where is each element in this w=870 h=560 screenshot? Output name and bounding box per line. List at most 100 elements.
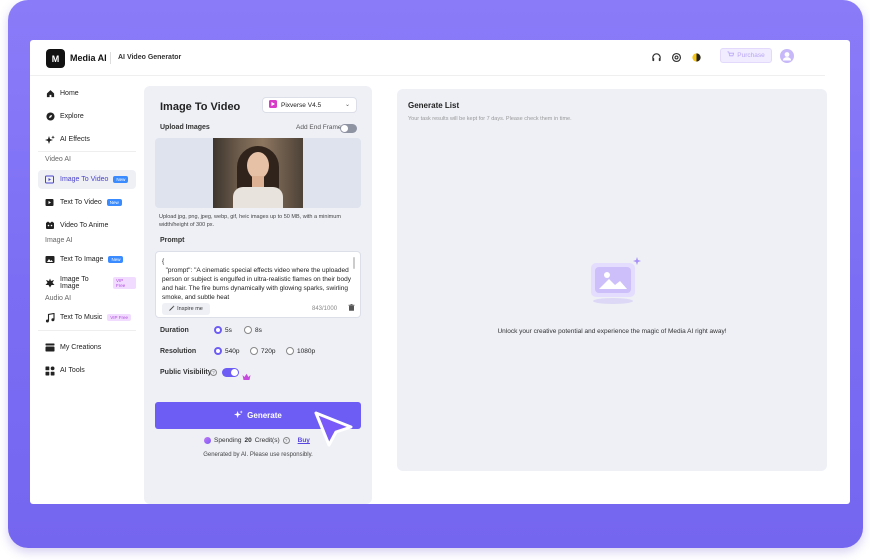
resolution-label: Resolution [160,348,197,355]
sidebar-item-label: Image To Image [60,275,89,290]
end-frame-toggle[interactable] [340,124,357,133]
section-label-audio: Audio AI [45,295,72,302]
spending-suffix: Credit(s) [254,437,280,444]
prompt-scrollbar[interactable] [353,257,355,269]
option-label: 540p [225,347,240,355]
sidebar-item-label: AI Effects [60,136,90,143]
photo-shirt [233,187,283,208]
sidebar-item-label: Text To Video [60,199,102,206]
sidebar-item-my-creations[interactable]: My Creations [38,338,136,357]
sidebar-divider [38,330,136,331]
resolution-option-720p[interactable]: 720p [250,347,275,355]
chevron-down-icon: ⌄ [344,102,350,108]
grid-icon [45,366,55,376]
theme-icon[interactable] [690,51,702,63]
upload-area[interactable] [155,138,361,208]
option-label: 720p [261,347,276,355]
logo-icon[interactable]: M [46,49,65,68]
resolution-option-1080p[interactable]: 1080p [286,347,315,355]
model-select[interactable]: Pixverse V4.5 ⌄ [262,97,357,113]
model-label: Pixverse V4.5 [281,101,322,109]
product-title: AI Video Generator [118,54,182,61]
spending-amount: 20 [244,437,252,444]
sidebar-divider [38,151,136,152]
sidebar-item-home[interactable]: Home [38,84,136,103]
text-image-icon [45,255,55,265]
option-label: 1080p [297,347,316,355]
option-label: 8s [255,326,262,334]
crown-icon [242,368,251,386]
resolution-option-540p[interactable]: 540p [214,347,239,355]
cart-icon [727,51,735,60]
sidebar-item-label: AI Tools [60,367,85,374]
home-icon [45,89,55,99]
image-image-icon [45,278,55,288]
public-visibility-toggle[interactable] [222,368,239,377]
uploaded-photo[interactable] [213,138,303,208]
sidebar-item-label: Explore [60,113,84,120]
sidebar-item-text-to-video[interactable]: Text To Video New [38,193,136,212]
folder-icon [45,343,55,353]
sidebar-item-ai-tools[interactable]: AI Tools [38,361,136,380]
header-divider [110,52,111,64]
prompt-input[interactable]: { "prompt": "A cinematic special effects… [155,251,361,318]
end-frame-label: Add End Frame [296,124,342,131]
user-avatar[interactable] [780,49,794,63]
headset-icon[interactable] [650,51,662,63]
duration-label: Duration [160,327,189,334]
toggle-knob [231,369,238,376]
generate-list-subtitle: Your task results will be kept for 7 day… [408,116,572,122]
radio-icon [244,326,252,334]
sidebar-item-label: Video To Anime [60,222,109,229]
credit-spending: Spending 20 Credit(s) ? Buy [204,437,310,444]
form-title: Image To Video [160,101,241,113]
model-logo-icon [269,100,277,110]
sidebar-item-text-to-music[interactable]: Text To Music VIP Free [38,308,136,327]
top-bar: M Media AI AI Video Generator Purchase [30,40,850,76]
trash-icon[interactable] [348,304,355,313]
sidebar-item-label: Text To Music [60,314,103,321]
photo-face [247,152,269,179]
wand-icon [169,305,175,313]
inspire-button[interactable]: Inspire me [162,303,210,315]
visibility-label: Public Visibility [160,369,212,376]
sidebar-item-video-to-anime[interactable]: Video To Anime [38,216,136,235]
text-video-icon [45,198,55,208]
sidebar-item-explore[interactable]: Explore [38,107,136,126]
generate-list-panel: Generate List Your task results will be … [397,89,827,471]
generate-list-title: Generate List [408,101,460,110]
duration-option-8s[interactable]: 8s [244,326,262,334]
ai-disclaimer: Generated by AI. Please use responsibly. [203,452,313,458]
compass-icon [45,112,55,122]
new-badge: New [106,199,122,206]
new-badge: New [108,256,124,263]
radio-selected-icon [214,326,222,334]
purchase-label: Purchase [737,52,765,59]
help-icon[interactable]: ? [210,369,217,376]
help-icon[interactable]: ? [282,437,290,444]
inspire-label: Inspire me [177,306,203,312]
buy-link[interactable]: Buy [298,437,310,444]
settings-icon[interactable] [670,51,682,63]
prompt-char-count: 843/1000 [312,306,338,312]
sidebar-item-image-to-image[interactable]: Image To Image VIP Free [38,273,136,292]
sidebar-item-label: Text To Image [60,256,104,263]
brand-name[interactable]: Media AI [70,53,107,63]
sparkle-icon [234,410,243,421]
vip-badge: VIP Free [107,314,131,321]
sidebar-item-ai-effects[interactable]: AI Effects [38,130,136,149]
purchase-button[interactable]: Purchase [720,48,772,63]
music-icon [45,312,55,323]
section-label-video: Video AI [45,156,71,163]
sidebar-item-text-to-image[interactable]: Text To Image New [38,250,136,269]
upload-label: Upload Images [160,124,210,131]
coin-icon [204,437,211,444]
anime-icon [45,221,55,231]
sidebar-item-label: Home [60,90,79,97]
pointer-cursor-icon [314,411,354,452]
spending-prefix: Spending [214,437,242,444]
sidebar-item-image-to-video[interactable]: Image To Video New [38,170,136,189]
prompt-text[interactable]: { "prompt": "A cinematic special effects… [162,257,352,301]
toggle-knob [341,125,348,132]
duration-option-5s[interactable]: 5s [214,326,232,334]
